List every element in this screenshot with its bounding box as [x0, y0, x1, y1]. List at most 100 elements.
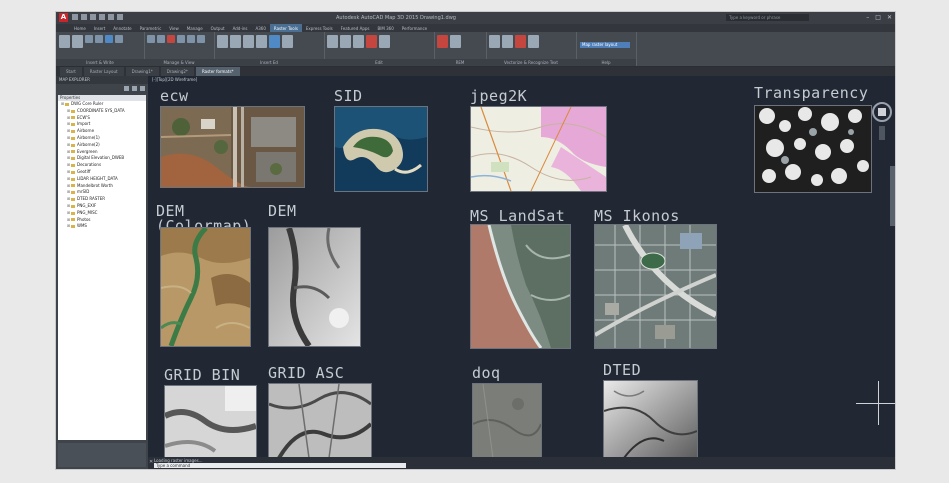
- tree-item[interactable]: ⊞ PNG_MISC: [58, 210, 146, 217]
- raster-tool-icon[interactable]: [269, 35, 280, 48]
- open-icon[interactable]: [81, 14, 87, 20]
- tab-home[interactable]: Home: [70, 24, 90, 32]
- navigation-bar[interactable]: [871, 98, 893, 142]
- tree-item[interactable]: ⊞ Photos: [58, 217, 146, 224]
- tree-item[interactable]: ⊞ COORDINATE SYS_DATA: [58, 108, 146, 115]
- raster-image-jpeg2k[interactable]: [470, 106, 607, 192]
- tab-bim-360[interactable]: BIM 360: [373, 24, 397, 32]
- raster-tool-icon[interactable]: [437, 35, 448, 48]
- tab-parametric[interactable]: Parametric: [136, 24, 166, 32]
- new-icon[interactable]: [72, 14, 78, 20]
- minimize-button[interactable]: –: [866, 14, 869, 21]
- print-icon[interactable]: [117, 14, 123, 20]
- tab-performance[interactable]: Performance: [398, 24, 431, 32]
- raster-tool-icon[interactable]: [167, 35, 175, 43]
- raster-tool-icon[interactable]: [105, 35, 113, 43]
- tree-item[interactable]: ⊞ Geotiff: [58, 169, 146, 176]
- raster-image-ms-ikonos[interactable]: [594, 224, 717, 349]
- raster-tool-icon[interactable]: [217, 35, 228, 48]
- tree-item[interactable]: ⊞ Airborne(2): [58, 142, 146, 149]
- file-tab-active[interactable]: Raster formats*: [195, 67, 240, 76]
- tree-item[interactable]: ⊞ LIDAR HEIGHT_DATA: [58, 176, 146, 183]
- raster-tool-icon[interactable]: [256, 35, 267, 48]
- tab-featured-apps[interactable]: Featured Apps: [337, 24, 374, 32]
- raster-tool-icon[interactable]: [197, 35, 205, 43]
- save-image-icon[interactable]: [72, 35, 83, 48]
- raster-tool-icon[interactable]: [157, 35, 165, 43]
- raster-image-grid-bin[interactable]: [164, 385, 257, 457]
- tab-insert[interactable]: Insert: [90, 24, 109, 32]
- tab-raster-tools[interactable]: Raster Tools: [269, 24, 302, 32]
- raster-tool-icon[interactable]: [515, 35, 526, 48]
- raster-image-sid[interactable]: [334, 106, 428, 192]
- layer-icon[interactable]: [124, 86, 129, 91]
- raster-tool-icon[interactable]: [147, 35, 155, 43]
- close-button[interactable]: ✕: [887, 14, 892, 21]
- tree-item[interactable]: ⊞ PNG_EXIF: [58, 203, 146, 210]
- raster-tool-icon[interactable]: [366, 35, 377, 48]
- search-input[interactable]: Type a keyword or phrase: [726, 14, 809, 21]
- tab-add-ins[interactable]: Add-ins: [229, 24, 252, 32]
- maximize-button[interactable]: □: [875, 14, 881, 21]
- raster-tool-icon[interactable]: [95, 35, 103, 43]
- tab-view[interactable]: View: [165, 24, 183, 32]
- tab-a360[interactable]: A360: [252, 24, 270, 32]
- raster-tool-icon[interactable]: [327, 35, 338, 48]
- redo-icon[interactable]: [108, 14, 114, 20]
- file-tab[interactable]: Drawing2*: [160, 67, 194, 76]
- raster-tool-icon[interactable]: [340, 35, 351, 48]
- raster-tool-icon[interactable]: [489, 35, 500, 48]
- raster-tool-icon[interactable]: [282, 35, 293, 48]
- tree-item[interactable]: ⊞ ECW'S: [58, 115, 146, 122]
- tree-item[interactable]: ⊞ mrSID: [58, 189, 146, 196]
- settings-icon[interactable]: [132, 86, 137, 91]
- command-input[interactable]: Type a command: [154, 463, 406, 468]
- close-icon[interactable]: ✕: [149, 459, 153, 465]
- raster-image-dem[interactable]: [268, 227, 361, 347]
- tree-item[interactable]: ⊞ Airborne(1): [58, 135, 146, 142]
- tree-item[interactable]: ⊞ Decorations: [58, 162, 146, 169]
- raster-layout-dropdown[interactable]: Map raster layout: [580, 42, 630, 48]
- raster-image-dted[interactable]: [603, 380, 698, 457]
- raster-image-transparency[interactable]: [754, 105, 872, 193]
- tab-output[interactable]: Output: [207, 24, 229, 32]
- file-tab[interactable]: Raster Layout: [83, 67, 124, 76]
- tree-item[interactable]: ⊞ DWG Core Ruler: [58, 101, 146, 108]
- tree-item[interactable]: ⊞ Mandelbrot Worth: [58, 183, 146, 190]
- vertical-scrollbar[interactable]: [890, 166, 895, 226]
- raster-image-ecw[interactable]: [160, 106, 305, 188]
- raster-tool-icon[interactable]: [85, 35, 93, 43]
- raster-tool-icon[interactable]: [115, 35, 123, 43]
- tree-item[interactable]: ⊞ Airborne: [58, 128, 146, 135]
- tab-annotate[interactable]: Annotate: [109, 24, 135, 32]
- close-icon[interactable]: [140, 86, 145, 91]
- raster-image-doq[interactable]: [472, 383, 542, 457]
- raster-tool-icon[interactable]: [230, 35, 241, 48]
- raster-image-grid-asc[interactable]: [268, 383, 372, 457]
- raster-tool-icon[interactable]: [502, 35, 513, 48]
- tab-express-tools[interactable]: Express Tools: [302, 24, 337, 32]
- tree-item[interactable]: ⊞ DTED RASTER: [58, 196, 146, 203]
- save-icon[interactable]: [90, 14, 96, 20]
- tab-manage[interactable]: Manage: [183, 24, 207, 32]
- file-tab[interactable]: Drawing1*: [125, 67, 159, 76]
- viewport-controls[interactable]: [-][Top][2D Wireframe]: [152, 77, 197, 82]
- raster-tool-icon[interactable]: [177, 35, 185, 43]
- undo-icon[interactable]: [99, 14, 105, 20]
- raster-tool-icon[interactable]: [187, 35, 195, 43]
- insert-image-icon[interactable]: [59, 35, 70, 48]
- tree-item[interactable]: ⊞ Evergreen: [58, 149, 146, 156]
- file-tab-start[interactable]: Start: [60, 67, 82, 76]
- raster-tool-icon[interactable]: [379, 35, 390, 48]
- application-menu-button[interactable]: A: [59, 13, 68, 22]
- raster-tool-icon[interactable]: [353, 35, 364, 48]
- tree-item[interactable]: ⊞ WMS: [58, 223, 146, 230]
- tree-item[interactable]: ⊞ Import: [58, 121, 146, 128]
- raster-tool-icon[interactable]: [528, 35, 539, 48]
- raster-image-dem-colormap[interactable]: [160, 227, 251, 347]
- tree-item[interactable]: ⊞ Digital Elevation_DWEB: [58, 155, 146, 162]
- raster-image-ms-landsat[interactable]: [470, 224, 571, 349]
- raster-tool-icon[interactable]: [243, 35, 254, 48]
- drawing-canvas[interactable]: [-][Top][2D Wireframe] ecw SID jpeg2K Tr…: [148, 76, 895, 457]
- raster-tool-icon[interactable]: [450, 35, 461, 48]
